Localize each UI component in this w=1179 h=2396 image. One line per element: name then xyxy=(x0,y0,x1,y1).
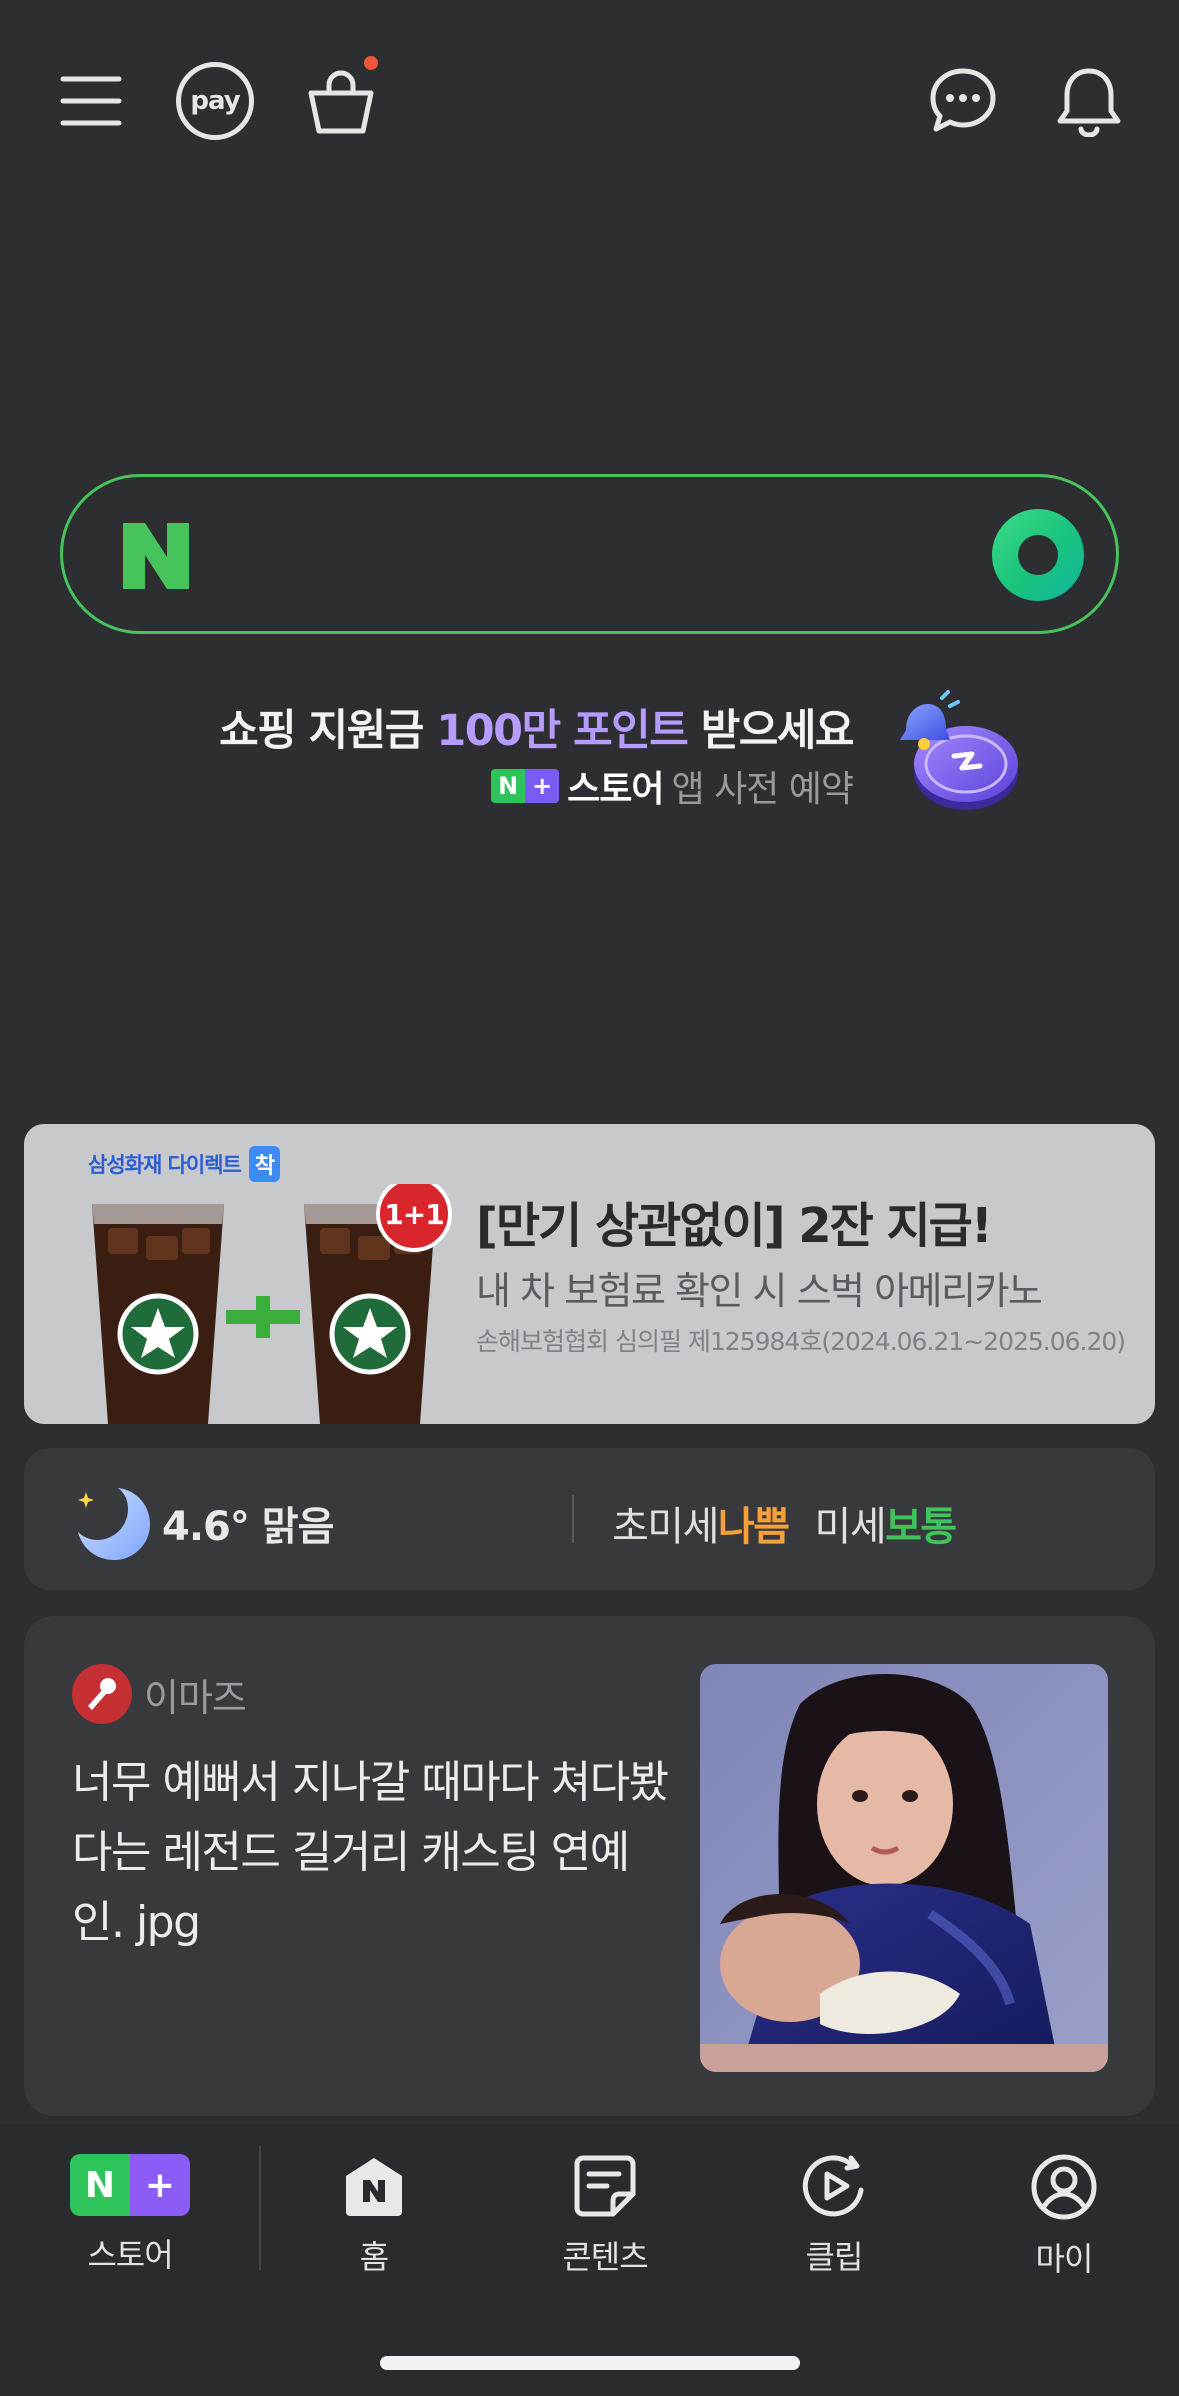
promo-banner[interactable]: 쇼핑 지원금 100만 포인트 받으세요 N + 스토어 앱 사전 예약 xyxy=(0,690,1179,830)
profile-icon xyxy=(1031,2154,1097,2220)
promo-headline: 쇼핑 지원금 100만 포인트 받으세요 xyxy=(219,696,855,758)
air-quality: 초미세나쁨 미세보통 xyxy=(612,1494,957,1552)
ad-description: 내 차 보험료 확인 시 스벅 아메리카노 xyxy=(476,1269,1043,1313)
coffee-cups-illustration: 1+1 xyxy=(84,1176,474,1424)
dust-value: 보통 xyxy=(885,1504,957,1550)
promo-sub: 앱 사전 예약 xyxy=(671,769,854,810)
nav-divider xyxy=(259,2146,261,2270)
moon-icon xyxy=(66,1482,156,1562)
ad-brand-name: 삼성화재 다이렉트 xyxy=(88,1153,242,1177)
store-badge-n: N xyxy=(70,2154,130,2216)
cart-button[interactable] xyxy=(302,56,380,140)
naver-plus-store-icon: N + xyxy=(70,2154,190,2216)
promo-highlight: 100만 포인트 xyxy=(436,706,688,756)
tab-clip[interactable]: 클립 xyxy=(754,2154,914,2278)
tab-home-label: 홈 xyxy=(359,2238,389,2276)
talk-button[interactable] xyxy=(924,62,1002,140)
promo-prefix: 쇼핑 지원금 xyxy=(219,706,437,756)
microphone-icon xyxy=(72,1664,132,1724)
temperature: 4.6° 맑음 xyxy=(162,1504,334,1550)
top-bar: pay xyxy=(0,0,1179,200)
pay-button[interactable]: pay xyxy=(176,62,254,140)
dust-label: 미세 xyxy=(814,1504,887,1550)
tab-my-label: 마이 xyxy=(1035,2240,1094,2278)
badge-n: N xyxy=(491,769,526,803)
ad-legal-text: 손해보험협회 심의필 제125984호(2024.06.21~2025.06.2… xyxy=(476,1327,1126,1356)
clip-icon xyxy=(802,2155,864,2217)
fine-dust-label: 초미세 xyxy=(612,1504,719,1550)
tab-store-label: 스토어 xyxy=(87,2236,173,2274)
store-badge-plus: + xyxy=(130,2154,190,2216)
weather-divider xyxy=(572,1495,574,1543)
tab-home[interactable]: 홈 xyxy=(294,2154,454,2278)
promo-subline: N + 스토어 앱 사전 예약 xyxy=(491,760,854,812)
news-headline[interactable]: 너무 예뻐서 지나갈 때마다 쳐다봤다는 레전드 길거리 캐스팅 연예인. jp… xyxy=(72,1748,672,1958)
content-icon xyxy=(574,2155,636,2217)
home-icon xyxy=(346,2158,402,2216)
notification-dot xyxy=(364,56,378,70)
tab-clip-label: 클립 xyxy=(805,2238,864,2276)
pay-icon: pay xyxy=(176,62,254,140)
tab-content[interactable]: 콘텐츠 xyxy=(525,2154,685,2278)
promo-suffix: 받으세요 xyxy=(687,706,855,756)
promo-store: 스토어 xyxy=(567,769,664,810)
tab-content-label: 콘텐츠 xyxy=(562,2238,648,2276)
chat-icon xyxy=(930,68,996,132)
news-source-name: 이마즈 xyxy=(144,1675,247,1720)
weather-widget[interactable]: 4.6° 맑음 초미세나쁨 미세보통 xyxy=(24,1448,1155,1590)
ad-brand: 삼성화재 다이렉트 착 xyxy=(88,1146,281,1182)
one-plus-one-badge: 1+1 xyxy=(384,1198,444,1231)
tab-my[interactable]: 마이 xyxy=(984,2154,1144,2280)
news-thumbnail[interactable] xyxy=(700,1664,1108,2072)
coin-bell-illustration xyxy=(884,690,1024,820)
news-source[interactable]: 이마즈 xyxy=(72,1664,247,1724)
ad-brand-badge: 착 xyxy=(248,1146,281,1182)
notification-button[interactable] xyxy=(1050,62,1128,140)
badge-plus: + xyxy=(525,769,560,803)
lens-icon xyxy=(1018,535,1058,575)
lens-search-button[interactable] xyxy=(992,509,1084,601)
tab-store[interactable]: N + 스토어 xyxy=(50,2154,210,2276)
home-indicator[interactable] xyxy=(380,2356,800,2370)
search-bar[interactable] xyxy=(60,474,1119,634)
fine-dust-value: 나쁨 xyxy=(717,1504,790,1550)
cart-icon xyxy=(308,70,374,134)
ad-title: [만기 상관없이] 2잔 지급! xyxy=(476,1198,993,1254)
naver-logo xyxy=(119,519,193,593)
bell-icon xyxy=(1057,68,1121,137)
naver-plus-badge: N + xyxy=(491,769,560,803)
news-card[interactable]: 이마즈 너무 예뻐서 지나갈 때마다 쳐다봤다는 레전드 길거리 캐스팅 연예인… xyxy=(24,1616,1155,2116)
ad-banner[interactable]: 삼성화재 다이렉트 착 1+1 [만기 상관없이] 2잔 지급! 내 차 보험료… xyxy=(24,1124,1155,1424)
menu-icon[interactable] xyxy=(52,62,130,140)
